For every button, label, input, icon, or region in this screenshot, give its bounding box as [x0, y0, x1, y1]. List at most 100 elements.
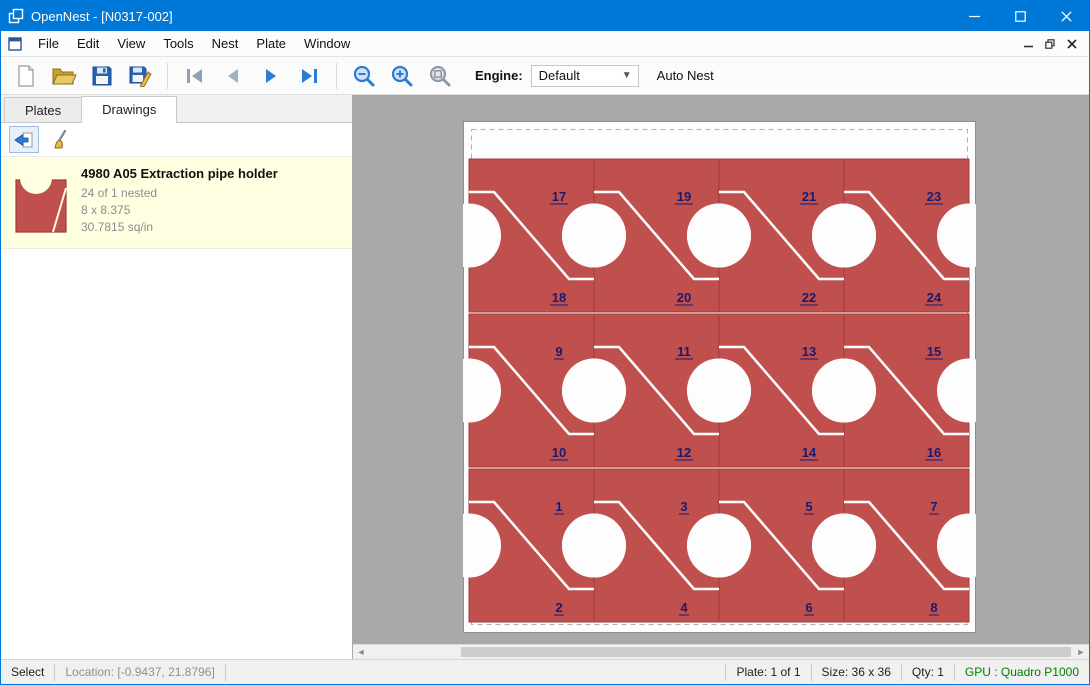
status-location: Location: [-0.9437, 21.8796] — [55, 664, 225, 681]
previous-plate-button[interactable] — [214, 60, 252, 92]
panel-tab-strip: Plates Drawings — [1, 95, 352, 123]
part-number-label[interactable]: 24 — [927, 290, 942, 305]
zoom-in-button[interactable] — [383, 60, 421, 92]
clean-broom-icon — [52, 130, 72, 150]
part-number-label[interactable]: 14 — [802, 445, 817, 460]
import-drawing-button[interactable] — [9, 126, 39, 153]
part-number-label[interactable]: 16 — [927, 445, 941, 460]
part-number-label[interactable]: 23 — [927, 189, 941, 204]
menu-item-tools[interactable]: Tools — [154, 31, 202, 57]
next-plate-icon — [261, 67, 281, 85]
menu-item-nest[interactable]: Nest — [203, 31, 248, 57]
new-file-button[interactable] — [7, 60, 45, 92]
menu-item-window[interactable]: Window — [295, 31, 359, 57]
engine-select[interactable]: Default ▼ — [531, 65, 639, 87]
horizontal-scrollbar[interactable]: ◄ ► — [353, 644, 1089, 659]
save-as-button[interactable] — [121, 60, 159, 92]
drawing-list-item[interactable]: 4980 A05 Extraction pipe holder 24 of 1 … — [1, 157, 352, 249]
mdi-restore-icon[interactable] — [1039, 34, 1061, 54]
part-number-label[interactable]: 3 — [680, 499, 687, 514]
open-folder-icon — [51, 65, 77, 87]
part-notch — [812, 204, 876, 268]
drawing-area: 30.7815 sq/in — [81, 219, 278, 236]
last-plate-button[interactable] — [290, 60, 328, 92]
zoom-out-magnifier-icon — [352, 64, 376, 88]
opennest-window: OpenNest - [N0317-002] File Edit View To… — [0, 0, 1090, 685]
part-number-label[interactable]: 7 — [930, 499, 937, 514]
part-number-label[interactable]: 20 — [677, 290, 691, 305]
previous-plate-icon — [223, 67, 243, 85]
title-bar: OpenNest - [N0317-002] — [1, 1, 1089, 31]
menu-bar: File Edit View Tools Nest Plate Window — [1, 31, 1089, 57]
menu-item-edit[interactable]: Edit — [68, 31, 108, 57]
new-document-icon — [15, 64, 37, 88]
part-number-label[interactable]: 9 — [555, 344, 562, 359]
menu-item-file[interactable]: File — [29, 31, 68, 57]
scroll-left-icon[interactable]: ◄ — [353, 645, 369, 659]
next-plate-button[interactable] — [252, 60, 290, 92]
document-icon[interactable] — [1, 37, 29, 51]
close-button[interactable] — [1043, 1, 1089, 31]
tab-drawings[interactable]: Drawings — [81, 96, 177, 123]
clean-drawings-button[interactable] — [47, 126, 77, 153]
part-number-label[interactable]: 18 — [552, 290, 566, 305]
status-bar: Select Location: [-0.9437, 21.8796] Plat… — [1, 659, 1089, 684]
part-number-label[interactable]: 15 — [927, 344, 941, 359]
part-number-label[interactable]: 22 — [802, 290, 816, 305]
part-number-label[interactable]: 5 — [805, 499, 812, 514]
menu-item-view[interactable]: View — [108, 31, 154, 57]
toolbar-separator — [167, 63, 168, 89]
nesting-canvas[interactable]: 171819202122232491011121314151612345678 … — [353, 95, 1089, 659]
mdi-close-icon[interactable] — [1061, 34, 1083, 54]
part-number-label[interactable]: 6 — [805, 600, 812, 615]
open-file-button[interactable] — [45, 60, 83, 92]
scroll-right-icon[interactable]: ► — [1073, 645, 1089, 659]
zoom-out-button[interactable] — [345, 60, 383, 92]
part-number-label[interactable]: 12 — [677, 445, 691, 460]
engine-label: Engine: — [475, 68, 523, 83]
mdi-minimize-icon[interactable] — [1017, 34, 1039, 54]
part-notch — [562, 359, 626, 423]
scrollbar-thumb[interactable] — [461, 647, 1071, 657]
drawing-size: 8 x 8.375 — [81, 202, 278, 219]
plate[interactable]: 171819202122232491011121314151612345678 — [463, 121, 976, 633]
part-number-label[interactable]: 4 — [680, 600, 688, 615]
status-qty: Qty: 1 — [901, 664, 954, 681]
status-size: Size: 36 x 36 — [811, 664, 901, 681]
part-number-label[interactable]: 19 — [677, 189, 691, 204]
part-number-label[interactable]: 21 — [802, 189, 816, 204]
part-number-label[interactable]: 1 — [555, 499, 562, 514]
first-plate-button[interactable] — [176, 60, 214, 92]
side-panel: Plates Drawings — [1, 95, 353, 659]
plate-canvas[interactable]: 171819202122232491011121314151612345678 — [463, 121, 976, 633]
menu-item-plate[interactable]: Plate — [247, 31, 295, 57]
chevron-down-icon: ▼ — [622, 70, 638, 81]
part-number-label[interactable]: 2 — [555, 600, 562, 615]
import-arrow-icon — [14, 131, 34, 149]
zoom-window-button[interactable] — [421, 60, 459, 92]
part-number-label[interactable]: 8 — [930, 600, 937, 615]
part-notch — [687, 204, 751, 268]
zoom-in-magnifier-icon — [390, 64, 414, 88]
status-plate: Plate: 1 of 1 — [725, 664, 810, 681]
drawing-info: 4980 A05 Extraction pipe holder 24 of 1 … — [81, 166, 278, 238]
save-as-floppy-pencil-icon — [128, 65, 152, 87]
window-title: OpenNest - [N0317-002] — [31, 9, 173, 24]
maximize-button[interactable] — [997, 1, 1043, 31]
minimize-button[interactable] — [951, 1, 997, 31]
part-notch — [687, 514, 751, 578]
mdi-child-buttons — [1017, 34, 1089, 54]
caption-buttons — [951, 1, 1089, 31]
app-icon — [1, 8, 31, 24]
save-button[interactable] — [83, 60, 121, 92]
part-notch — [562, 204, 626, 268]
tab-plates[interactable]: Plates — [4, 97, 82, 122]
part-number-label[interactable]: 17 — [552, 189, 566, 204]
part-thumbnail — [13, 166, 69, 238]
drawing-title: 4980 A05 Extraction pipe holder — [81, 166, 278, 181]
part-notch — [812, 359, 876, 423]
part-number-label[interactable]: 13 — [802, 344, 816, 359]
part-number-label[interactable]: 10 — [552, 445, 566, 460]
auto-nest-button[interactable]: Auto Nest — [657, 68, 714, 83]
part-number-label[interactable]: 11 — [677, 344, 691, 359]
